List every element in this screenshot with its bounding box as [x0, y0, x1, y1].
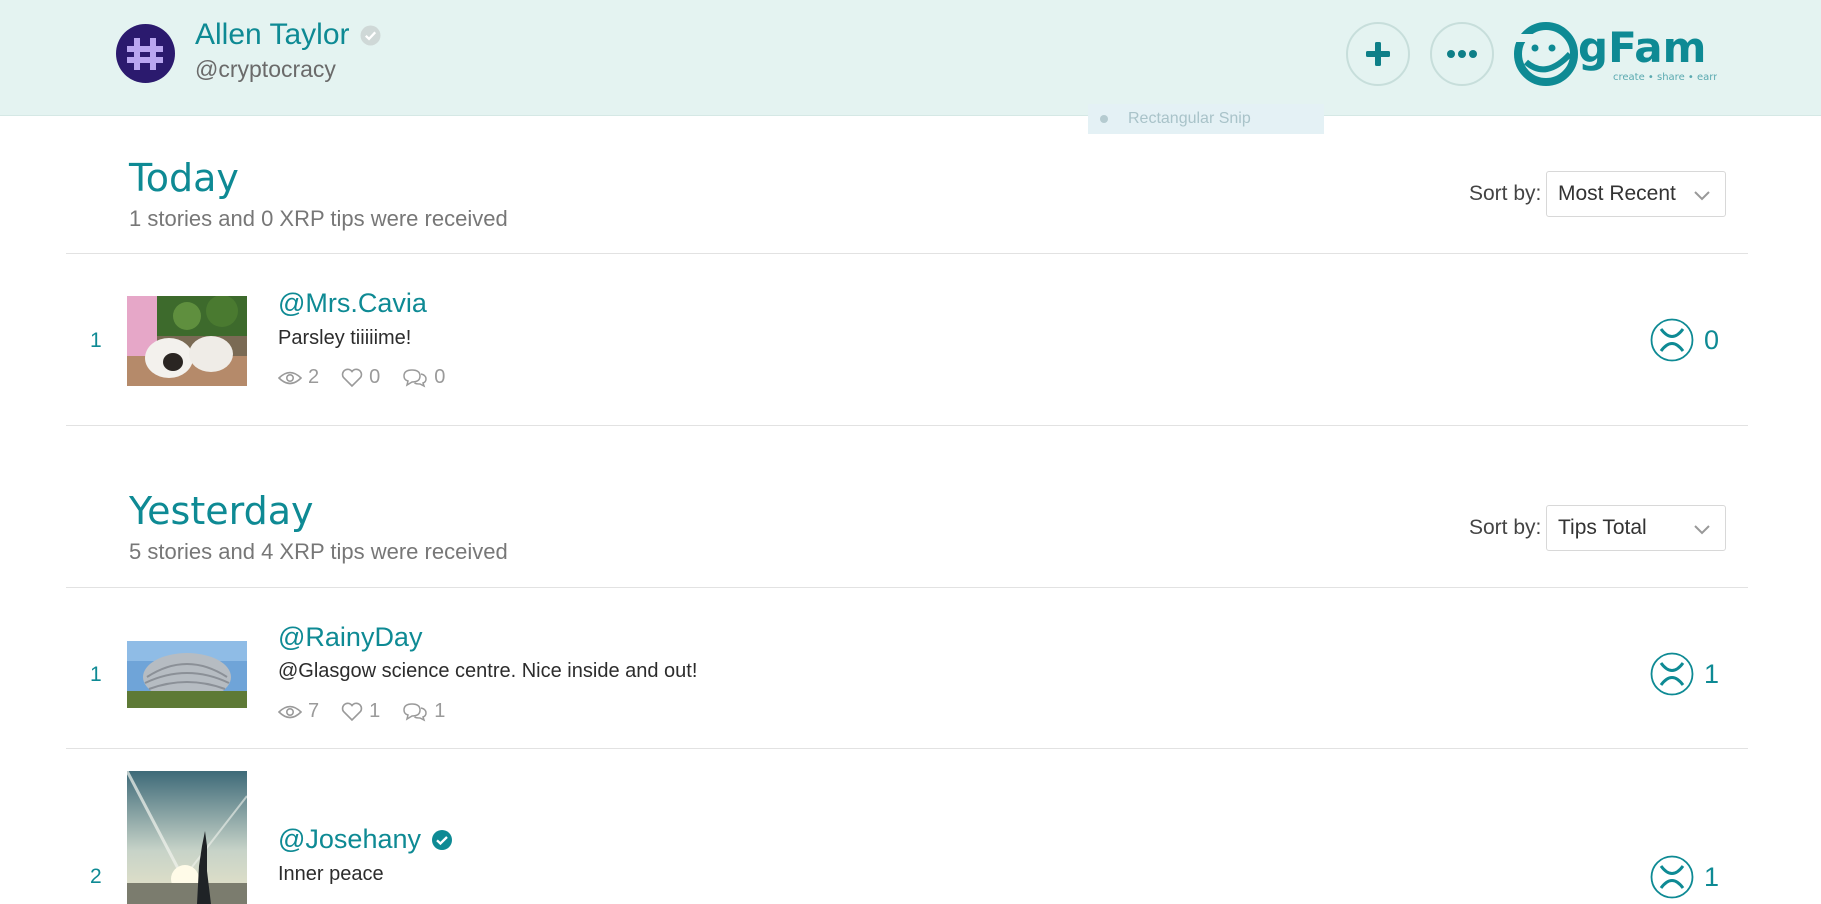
user-handle: @cryptocracy — [195, 56, 336, 82]
avatar[interactable] — [116, 24, 175, 83]
comment-icon — [403, 702, 428, 721]
divider — [66, 253, 1748, 254]
story-author[interactable]: @RainyDay — [278, 622, 422, 653]
story-title[interactable]: @Glasgow science centre. Nice inside and… — [278, 660, 697, 683]
story-author[interactable]: @Mrs.Cavia — [278, 288, 427, 319]
rank-number: 1 — [90, 329, 102, 352]
comments-stat[interactable]: 0 — [402, 366, 445, 389]
story-title[interactable]: Parsley tiiiiime! — [278, 327, 411, 350]
verified-icon — [432, 829, 452, 850]
heart-icon — [341, 702, 363, 721]
section-subtitle: 1 stories and 0 XRP tips were received — [129, 206, 508, 231]
sort-value: Tips Total — [1558, 516, 1647, 539]
add-button[interactable] — [1346, 22, 1410, 86]
logo-face-icon — [1514, 22, 1578, 86]
story-thumbnail[interactable] — [127, 641, 247, 708]
heart-icon — [341, 368, 363, 387]
divider — [66, 748, 1748, 749]
sort-label: Sort by: — [1469, 516, 1542, 539]
tip-button[interactable]: 1 — [1650, 855, 1719, 899]
gfam-logo[interactable]: gFam create • share • earn — [1512, 20, 1720, 88]
author-name: @RainyDay — [278, 622, 423, 652]
views-count: 2 — [308, 366, 320, 388]
story-stats: 2 0 0 — [278, 366, 445, 389]
tip-button[interactable]: 0 — [1650, 318, 1719, 362]
chevron-down-icon — [1694, 525, 1710, 535]
tip-button[interactable]: 1 — [1650, 652, 1719, 696]
section-subtitle: 5 stories and 4 XRP tips were received — [129, 539, 508, 564]
xrp-icon — [1650, 318, 1694, 362]
xrp-icon — [1650, 855, 1694, 899]
author-name: @Josehany — [278, 824, 421, 854]
sort-select[interactable]: Most Recent — [1546, 171, 1726, 217]
comment-icon — [403, 368, 428, 387]
logo-tagline: create • share • earn — [1613, 72, 1717, 83]
likes-stat[interactable]: 0 — [341, 366, 380, 389]
story-thumbnail[interactable] — [127, 296, 247, 386]
tip-count: 1 — [1704, 861, 1720, 892]
user-name[interactable]: Allen Taylor — [195, 18, 381, 52]
rank-number: 2 — [90, 865, 102, 888]
verified-icon — [360, 25, 381, 45]
plus-icon — [1366, 42, 1390, 66]
divider — [66, 425, 1748, 426]
views-stat: 7 — [278, 700, 319, 723]
views-count: 7 — [308, 700, 320, 722]
tip-count: 0 — [1704, 324, 1720, 355]
profile-header: Allen Taylor @cryptocracy gFam create • … — [0, 0, 1821, 134]
section-title: Yesterday — [129, 489, 314, 533]
user-name-text: Allen Taylor — [195, 18, 350, 51]
eye-icon — [278, 371, 302, 384]
likes-count: 1 — [369, 700, 381, 722]
rectangular-snip-overlay: Rectangular Snip — [1088, 104, 1324, 134]
likes-stat[interactable]: 1 — [341, 700, 380, 723]
story-thumbnail[interactable] — [127, 771, 247, 904]
rank-number: 1 — [90, 663, 102, 686]
comments-count: 0 — [434, 366, 446, 388]
tip-count: 1 — [1704, 658, 1720, 689]
xrp-icon — [1650, 652, 1694, 696]
sort-label: Sort by: — [1469, 182, 1542, 205]
views-stat: 2 — [278, 366, 319, 389]
comments-stat[interactable]: 1 — [402, 700, 445, 723]
more-icon — [1447, 50, 1477, 58]
sort-value: Most Recent — [1558, 182, 1676, 205]
divider — [66, 587, 1748, 588]
story-stats: 7 1 1 — [278, 700, 445, 723]
snip-label: Rectangular Snip — [1128, 110, 1251, 127]
likes-count: 0 — [369, 366, 381, 388]
story-author[interactable]: @Josehany — [278, 824, 453, 855]
chevron-down-icon — [1694, 191, 1710, 201]
comments-count: 1 — [434, 700, 446, 722]
sort-select[interactable]: Tips Total — [1546, 505, 1726, 551]
more-options-button[interactable] — [1430, 22, 1494, 86]
section-title: Today — [129, 156, 239, 200]
author-name: @Mrs.Cavia — [278, 288, 427, 318]
snip-dot-icon — [1100, 115, 1108, 123]
story-title[interactable]: Inner peace — [278, 863, 384, 886]
logo-text: gFam — [1578, 23, 1706, 72]
eye-icon — [278, 705, 302, 718]
